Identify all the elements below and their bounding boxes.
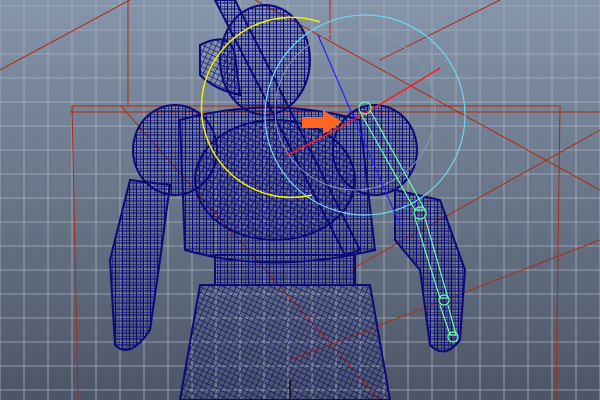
- belt: [214, 254, 356, 286]
- chest: [194, 119, 356, 241]
- viewport-canvas[interactable]: [0, 0, 600, 400]
- 3d-viewport[interactable]: [0, 0, 600, 400]
- legs: [178, 284, 392, 400]
